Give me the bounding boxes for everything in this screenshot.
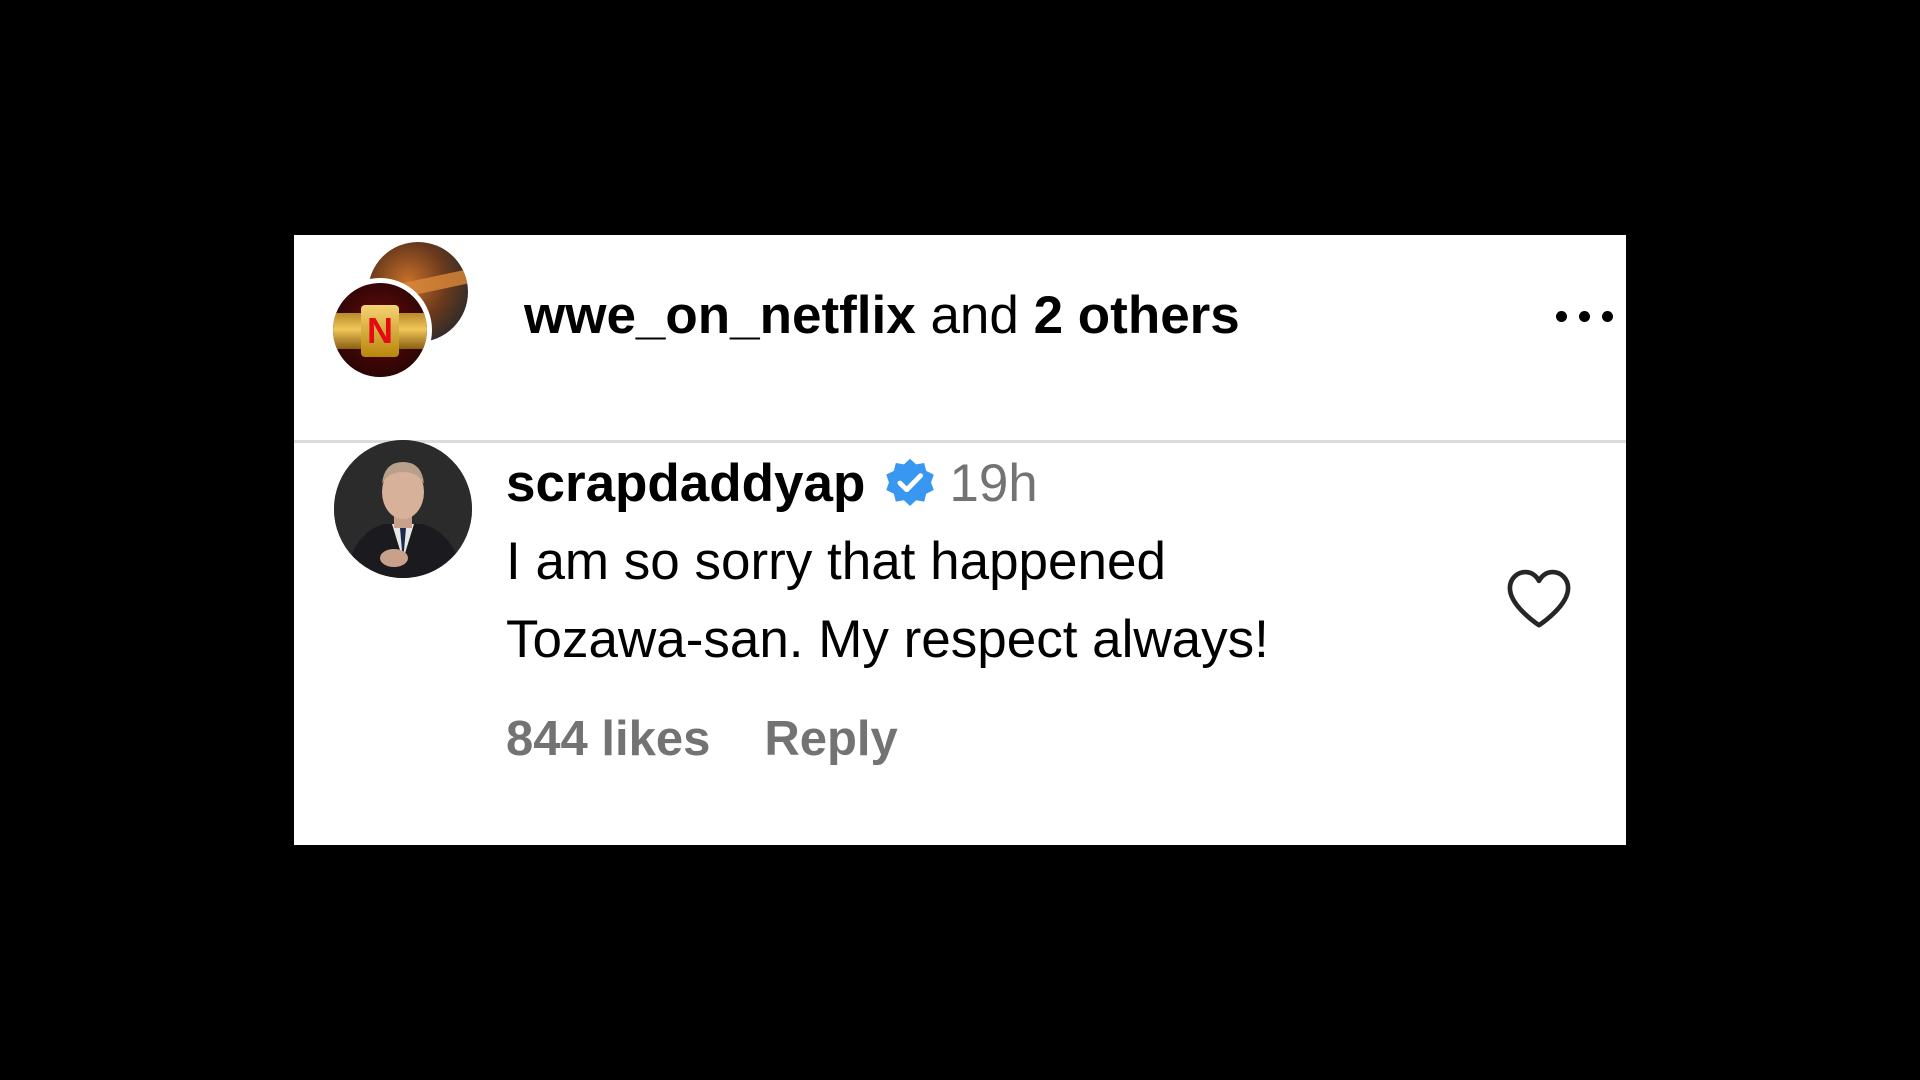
commenter-avatar[interactable] bbox=[334, 440, 472, 578]
heart-outline-icon[interactable] bbox=[1504, 567, 1574, 631]
comment-card: N wwe_on_netflix and 2 others scrapdaddy… bbox=[294, 235, 1626, 845]
post-author-line: wwe_on_netflix and 2 others bbox=[524, 285, 1240, 346]
post-header: N wwe_on_netflix and 2 others bbox=[294, 235, 1626, 441]
likes-count[interactable]: 844 likes bbox=[506, 711, 710, 767]
netflix-logo-letter: N bbox=[367, 310, 393, 351]
author-connector: and bbox=[930, 286, 1019, 345]
more-dot bbox=[1602, 310, 1613, 322]
comment-body: scrapdaddyap 19h I am so sorry that happ… bbox=[506, 443, 1456, 767]
belt-plate: N bbox=[361, 305, 399, 357]
more-options-icon[interactable] bbox=[1556, 309, 1626, 323]
comment-actions: 844 likes Reply bbox=[506, 711, 1456, 767]
verified-badge-icon bbox=[886, 458, 935, 506]
comment-meta: scrapdaddyap 19h bbox=[506, 443, 1456, 523]
commenter-avatar-image bbox=[334, 440, 472, 578]
comment-text-line: Tozawa-san. My respect always! bbox=[506, 610, 1269, 669]
comment-text-line: I am so sorry that happened bbox=[506, 532, 1166, 591]
others-link[interactable]: 2 others bbox=[1034, 286, 1240, 345]
more-dot bbox=[1556, 310, 1567, 322]
collab-avatar-stack[interactable]: N bbox=[328, 242, 488, 392]
wwe-on-netflix-avatar: N bbox=[328, 278, 432, 382]
comment-text: I am so sorry that happened Tozawa-san. … bbox=[506, 523, 1456, 679]
commenter-username[interactable]: scrapdaddyap bbox=[506, 453, 865, 514]
more-dot bbox=[1579, 310, 1590, 322]
author-username-link[interactable]: wwe_on_netflix bbox=[524, 286, 916, 345]
comment-timestamp: 19h bbox=[949, 453, 1038, 513]
reply-button[interactable]: Reply bbox=[764, 711, 897, 767]
